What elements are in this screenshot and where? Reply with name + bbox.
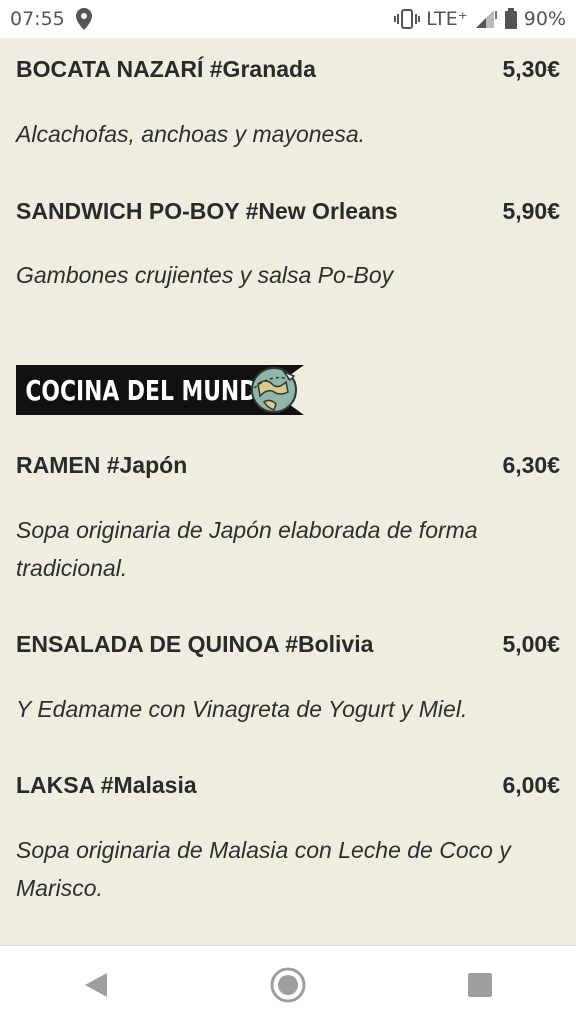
menu-item-laksa: LAKSA #Malasia 6,00€ <box>16 772 560 799</box>
battery-percent: 90% <box>523 8 566 30</box>
item-name: BOCATA NAZARÍ #Granada <box>16 56 316 82</box>
menu-item-bocata: BOCATA NAZARÍ #Granada 5,30€ <box>16 56 560 83</box>
item-price: 5,00€ <box>502 631 560 657</box>
menu-item-sandwich: SANDWICH PO-BOY #New Orleans 5,90€ <box>16 198 560 225</box>
globe-plane-icon <box>246 362 302 423</box>
description-line: Sopa originaria de Japón elaborada de fo… <box>16 517 478 543</box>
home-icon[interactable] <box>258 955 318 1015</box>
section-header-world: COCINA DEL MUNDO <box>16 365 385 415</box>
item-price: 5,90€ <box>502 198 560 224</box>
signal-icon <box>474 9 498 29</box>
menu-content[interactable]: BOCATA NAZARÍ #Granada 5,30€ Alcachofas,… <box>0 38 576 946</box>
description-line: tradicional. <box>16 555 128 581</box>
item-description: Sopa originaria de Japón elaborada de fo… <box>16 511 546 587</box>
battery-icon <box>504 8 518 30</box>
recents-icon[interactable] <box>450 955 510 1015</box>
description-line: Sopa originaria de Malasia con Leche de … <box>16 837 511 863</box>
item-description: Sopa originaria de Malasia con Leche de … <box>16 831 546 907</box>
item-name: LAKSA #Malasia <box>16 772 197 798</box>
navigation-bar <box>0 945 576 1024</box>
item-description: Alcachofas, anchoas y mayonesa. <box>16 121 366 147</box>
item-name: ENSALADA DE QUINOA #Bolivia <box>16 631 374 657</box>
item-description: Y Edamame con Vinagreta de Yogurt y Miel… <box>16 696 468 722</box>
item-price: 5,30€ <box>502 56 560 82</box>
status-bar: 07:55 LTE⁺ 90% <box>0 0 576 38</box>
item-name: RAMEN #Japón <box>16 452 188 478</box>
description-line: Marisco. <box>16 875 103 901</box>
status-time: 07:55 <box>10 8 65 30</box>
menu-item-ramen: RAMEN #Japón 6,30€ <box>16 452 560 479</box>
menu-item-quinoa: ENSALADA DE QUINOA #Bolivia 5,00€ <box>16 631 560 658</box>
vibrate-icon <box>394 8 421 30</box>
network-type: LTE⁺ <box>426 8 468 30</box>
item-name: SANDWICH PO-BOY #New Orleans <box>16 198 398 224</box>
item-description: Gambones crujientes y salsa Po-Boy <box>16 262 394 288</box>
item-price: 6,30€ <box>502 452 560 478</box>
back-icon[interactable] <box>66 955 126 1015</box>
item-price: 6,00€ <box>502 772 560 798</box>
location-pin-icon <box>75 7 93 31</box>
